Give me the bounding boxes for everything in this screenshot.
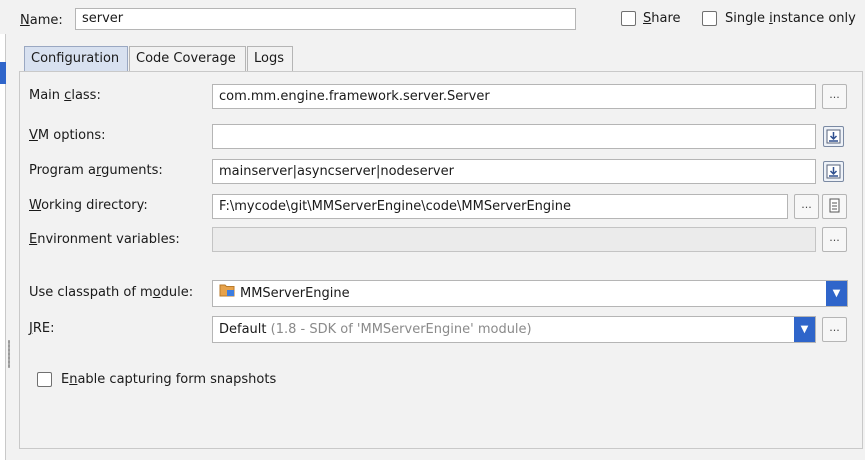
single-instance-label[interactable]: Single instance only (725, 9, 856, 29)
module-classpath-value: MMServerEngine (240, 286, 350, 301)
chevron-down-icon[interactable]: ▼ (826, 281, 847, 306)
tab-code-coverage[interactable]: Code Coverage (129, 46, 246, 71)
working-directory-input[interactable]: F:\mycode\git\MMServerEngine\code\MMServ… (212, 194, 788, 219)
tab-configuration[interactable]: Configuration (24, 46, 128, 71)
single-instance-checkbox[interactable] (702, 11, 717, 26)
name-label: Name: (20, 13, 63, 28)
main-class-label: Main class: (29, 88, 101, 103)
module-classpath-select[interactable]: MMServerEngine (212, 280, 848, 307)
name-input[interactable]: server (75, 8, 576, 30)
environment-variables-input[interactable] (212, 227, 816, 252)
share-checkbox[interactable] (621, 11, 636, 26)
main-class-browse-button[interactable]: ... (822, 84, 847, 109)
vm-options-input[interactable] (212, 124, 816, 149)
jre-select[interactable]: Default (1.8 - SDK of 'MMServerEngine' m… (212, 316, 816, 343)
selected-tree-item[interactable] (0, 62, 6, 84)
run-config-tree[interactable] (0, 34, 6, 460)
chevron-down-icon[interactable]: ▼ (794, 317, 815, 342)
expand-editor-icon[interactable] (823, 161, 844, 182)
name-label-rest: ame: (29, 13, 63, 28)
module-folder-icon (219, 281, 235, 306)
environment-variables-label: Environment variables: (29, 232, 180, 247)
working-directory-browse-button[interactable]: ... (794, 194, 819, 219)
program-arguments-label: Program arguments: (29, 163, 163, 178)
expand-editor-icon[interactable] (823, 126, 844, 147)
program-arguments-input[interactable]: mainserver|asyncserver|nodeserver (212, 159, 816, 184)
working-directory-label: Working directory: (29, 198, 148, 213)
share-label[interactable]: Share (643, 9, 681, 29)
jre-browse-button[interactable]: ... (822, 317, 847, 342)
tab-logs[interactable]: Logs (247, 46, 293, 71)
capture-snapshots-checkbox[interactable] (37, 372, 52, 387)
vm-options-label: VM options: (29, 128, 106, 143)
splitter-grip[interactable] (8, 340, 10, 368)
macro-icon[interactable] (822, 194, 847, 219)
module-classpath-label: Use classpath of module: (29, 285, 194, 300)
jre-detail: (1.8 - SDK of 'MMServerEngine' module) (270, 322, 532, 337)
environment-variables-browse-button[interactable]: ... (822, 227, 847, 252)
jre-label: JRE: (29, 321, 55, 336)
capture-snapshots-label[interactable]: Enable capturing form snapshots (61, 370, 276, 390)
jre-value: Default (219, 322, 267, 337)
main-class-input[interactable]: com.mm.engine.framework.server.Server (212, 84, 816, 109)
